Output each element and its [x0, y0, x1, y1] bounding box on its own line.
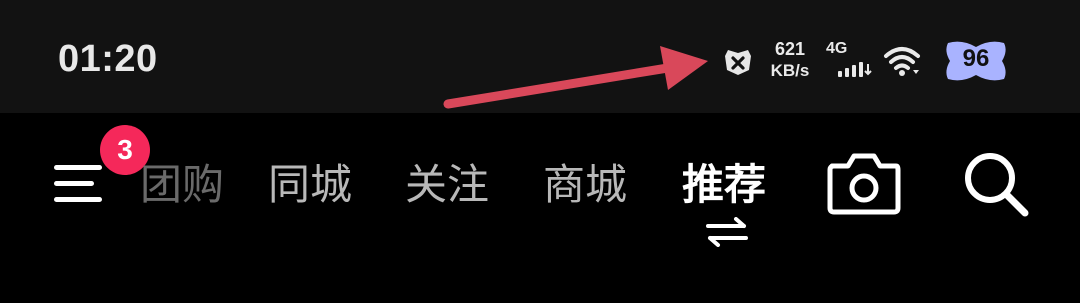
menu-icon	[54, 165, 102, 170]
menu-icon-line	[54, 197, 102, 202]
battery-indicator: 96	[944, 39, 1008, 83]
status-time: 01:20	[58, 38, 158, 80]
signal-indicator: 4G	[826, 40, 878, 80]
tab-group-buy[interactable]: 团购	[140, 157, 222, 213]
tab-mall[interactable]: 商城	[543, 157, 627, 213]
wifi-icon	[884, 47, 920, 76]
network-type: 4G	[826, 40, 848, 57]
switch-icon[interactable]	[704, 217, 750, 247]
battery-level: 96	[962, 45, 990, 72]
search-icon[interactable]	[962, 150, 1030, 218]
menu-icon-line	[54, 181, 94, 186]
net-speed-value: 621	[774, 39, 806, 59]
net-speed-unit: KB/s	[770, 61, 810, 80]
tab-nearby[interactable]: 同城	[268, 157, 352, 213]
camera-icon[interactable]	[826, 150, 902, 216]
notification-alert-icon	[725, 50, 751, 75]
tab-recommend[interactable]: 推荐	[682, 157, 766, 213]
status-bar: 01:20 621 KB/s 4G 96	[0, 0, 1080, 113]
signal-icon	[838, 62, 872, 77]
net-speed: 621 KB/s	[766, 40, 814, 79]
menu-button[interactable]	[50, 157, 110, 207]
tab-following[interactable]: 关注	[405, 157, 489, 213]
